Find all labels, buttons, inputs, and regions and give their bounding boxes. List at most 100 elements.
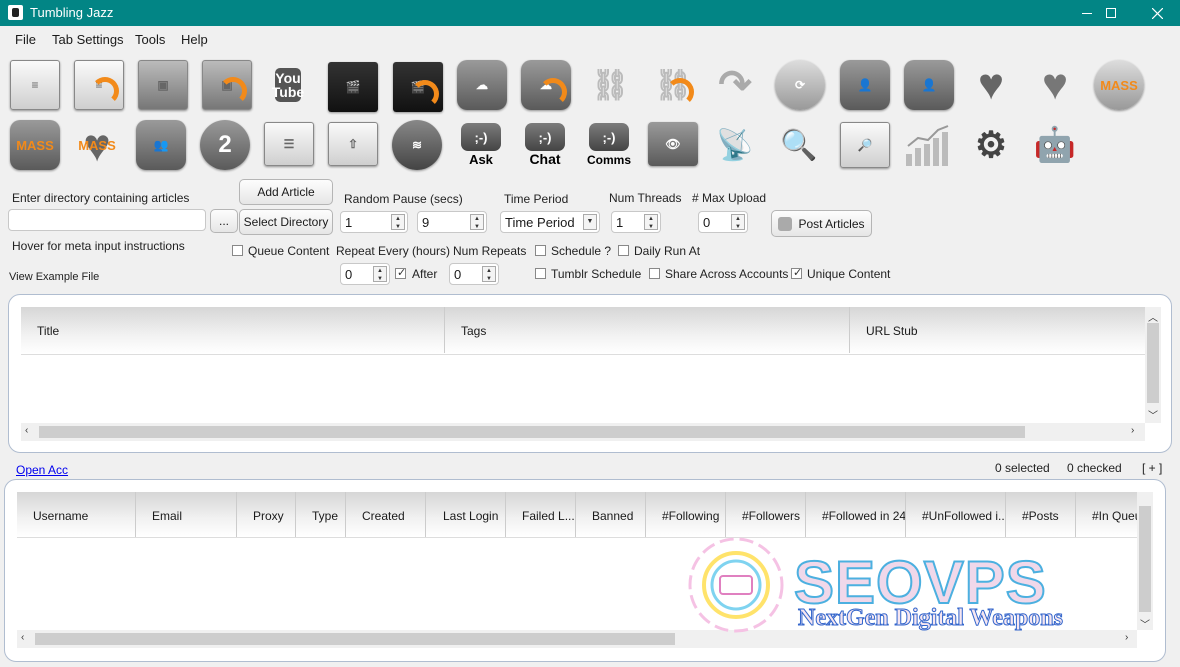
scroll-right-icon[interactable]: › <box>1131 425 1134 436</box>
pause-max-stepper[interactable]: 9 ▲ ▼ <box>417 211 487 233</box>
max-upload-stepper[interactable]: 0 ▲ ▼ <box>698 211 748 233</box>
scroll-down-icon[interactable]: ﹀ <box>1148 407 1158 422</box>
menu-tools[interactable]: Tools <box>135 32 165 47</box>
column-followed-in-24[interactable]: #Followed in 24 <box>806 492 906 537</box>
remove-user-icon[interactable]: 👤 <box>904 60 954 110</box>
browse-button[interactable]: ... <box>210 209 238 233</box>
stats-chart-icon[interactable] <box>902 120 952 170</box>
scroll-thumb[interactable] <box>39 426 1025 438</box>
pause-min-stepper[interactable]: 1 ▲ ▼ <box>340 211 408 233</box>
scroll-down-icon[interactable]: ﹀ <box>1140 616 1150 631</box>
photo-rss-icon[interactable]: ▣ <box>202 60 252 110</box>
tumblr-schedule-checkbox[interactable] <box>535 268 546 279</box>
stepper-arrows-icon[interactable]: ▲ ▼ <box>482 266 496 282</box>
column-title[interactable]: Title <box>21 307 445 353</box>
accounts-vertical-scrollbar[interactable]: ﹀ <box>1137 492 1153 631</box>
scroll-up-icon[interactable]: ︿ <box>1148 309 1158 324</box>
image-search-icon[interactable]: 🔎 <box>840 122 890 168</box>
mass-heart-icon[interactable]: ♥ MASS <box>72 119 122 171</box>
spotify-icon[interactable]: ≋ <box>392 120 442 170</box>
view-example-file[interactable]: View Example File <box>9 271 99 283</box>
notepad-icon[interactable]: ≡ <box>10 60 60 110</box>
chevron-down-icon[interactable]: ▼ <box>583 214 597 230</box>
column-tags[interactable]: Tags <box>445 307 850 353</box>
column-url-stub[interactable]: URL Stub <box>850 307 1145 353</box>
photo-icon[interactable]: ▣ <box>138 60 188 110</box>
column-type[interactable]: Type <box>296 492 346 537</box>
unlike-heart-icon[interactable]: ♥ <box>1030 60 1080 110</box>
daily-run-checkbox[interactable] <box>618 245 629 256</box>
directory-input[interactable] <box>8 209 206 231</box>
scroll-left-icon[interactable]: ‹ <box>25 425 28 436</box>
notepad-rss-icon[interactable]: ≡ <box>74 60 124 110</box>
soundcloud-icon[interactable]: ☁ <box>457 60 507 110</box>
repeat-every-stepper[interactable]: 0 ▲ ▼ <box>340 263 390 285</box>
comms-icon[interactable]: ;-) Comms <box>584 120 634 170</box>
after-checkbox[interactable] <box>395 266 406 279</box>
num-threads-stepper[interactable]: 1 ▲ ▼ <box>611 211 661 233</box>
add-users-icon[interactable]: 👥 <box>136 120 186 170</box>
search-icon[interactable]: 🔍 <box>774 120 824 170</box>
stepper-arrows-icon[interactable]: ▲ ▼ <box>644 214 658 230</box>
column-failed-login[interactable]: Failed L... <box>506 492 576 537</box>
watch-folder-icon[interactable]: 👁 <box>648 122 698 166</box>
column-proxy[interactable]: Proxy <box>237 492 296 537</box>
refresh-icon[interactable]: ⟳ <box>775 60 825 110</box>
accounts-horizontal-scrollbar[interactable]: ‹ › <box>17 630 1137 648</box>
scroll-thumb[interactable] <box>35 633 675 645</box>
clapper-rss-icon[interactable]: 🎬 <box>393 62 443 112</box>
menu-help[interactable]: Help <box>181 32 208 47</box>
youtube-icon[interactable]: You Tube <box>263 60 313 110</box>
time-period-select[interactable]: Time Period ▼ <box>500 211 600 233</box>
menu-file[interactable]: File <box>15 32 36 47</box>
unique-content-checkbox[interactable] <box>791 266 802 279</box>
link-icon[interactable]: ⛓ <box>585 60 635 110</box>
column-created[interactable]: Created <box>346 492 426 537</box>
mass-refresh-icon[interactable]: MASS <box>1094 60 1144 110</box>
scroll-right-icon[interactable]: › <box>1125 632 1128 643</box>
stepper-arrows-icon[interactable]: ▲ ▼ <box>373 266 387 282</box>
stepper-arrows-icon[interactable]: ▲ ▼ <box>731 214 745 230</box>
scroll-thumb[interactable] <box>1139 506 1151 612</box>
link-rss-icon[interactable]: ⛓ <box>648 60 698 110</box>
share-across-checkbox[interactable] <box>649 268 660 279</box>
select-directory-button[interactable]: Select Directory <box>239 209 333 235</box>
queue-content-checkbox[interactable] <box>232 245 243 256</box>
stepper-arrows-icon[interactable]: ▲ ▼ <box>391 214 405 230</box>
menu-tab-settings[interactable]: Tab Settings <box>52 32 124 47</box>
articles-vertical-scrollbar[interactable]: ︿ ﹀ <box>1145 307 1161 423</box>
expand-toggle[interactable]: [ + ] <box>1142 461 1162 475</box>
column-email[interactable]: Email <box>136 492 237 537</box>
reblog-icon[interactable]: ↷ <box>710 60 760 110</box>
add-article-button[interactable]: Add Article <box>239 179 333 205</box>
column-last-login[interactable]: Last Login <box>426 492 506 537</box>
gears-icon[interactable]: ⚙ <box>966 120 1016 170</box>
articles-horizontal-scrollbar[interactable]: ‹ › <box>21 423 1145 441</box>
add-user-icon[interactable]: 👤 <box>840 60 890 110</box>
satellite-icon[interactable]: 📡 <box>710 120 760 170</box>
column-posts[interactable]: #Posts <box>1006 492 1076 537</box>
column-username[interactable]: Username <box>17 492 136 537</box>
scroll-left-icon[interactable]: ‹ <box>21 632 24 643</box>
upload-calendar-icon[interactable]: ⇧ <box>328 122 378 166</box>
chat-icon[interactable]: ;-) Chat <box>520 120 570 170</box>
close-button[interactable] <box>1134 0 1180 26</box>
heart-icon[interactable]: ♥ <box>966 60 1016 110</box>
schedule-checkbox[interactable] <box>535 245 546 256</box>
soundcloud-rss-icon[interactable]: ☁ <box>521 60 571 110</box>
num-repeats-stepper[interactable]: 0 ▲ ▼ <box>449 263 499 285</box>
ask-icon[interactable]: ;-) Ask <box>456 120 506 170</box>
mass-user-icon[interactable]: MASS <box>10 120 60 170</box>
open-acc-link[interactable]: Open Acc <box>16 463 68 477</box>
stepper-arrows-icon[interactable]: ▲ ▼ <box>470 214 484 230</box>
scroll-thumb[interactable] <box>1147 323 1159 403</box>
column-in-queue[interactable]: #In Queu <box>1076 492 1137 537</box>
clapper-icon[interactable]: 🎬 <box>328 62 378 112</box>
column-unfollowed[interactable]: #UnFollowed i... <box>906 492 1006 537</box>
maximize-button[interactable] <box>1088 0 1134 26</box>
second-user-icon[interactable]: 2 <box>200 120 250 170</box>
calendar-icon[interactable]: ☰ <box>264 122 314 166</box>
robot-icon[interactable]: 🤖 <box>1030 120 1080 170</box>
post-articles-button[interactable]: Post Articles <box>771 210 872 237</box>
column-banned[interactable]: Banned <box>576 492 646 537</box>
